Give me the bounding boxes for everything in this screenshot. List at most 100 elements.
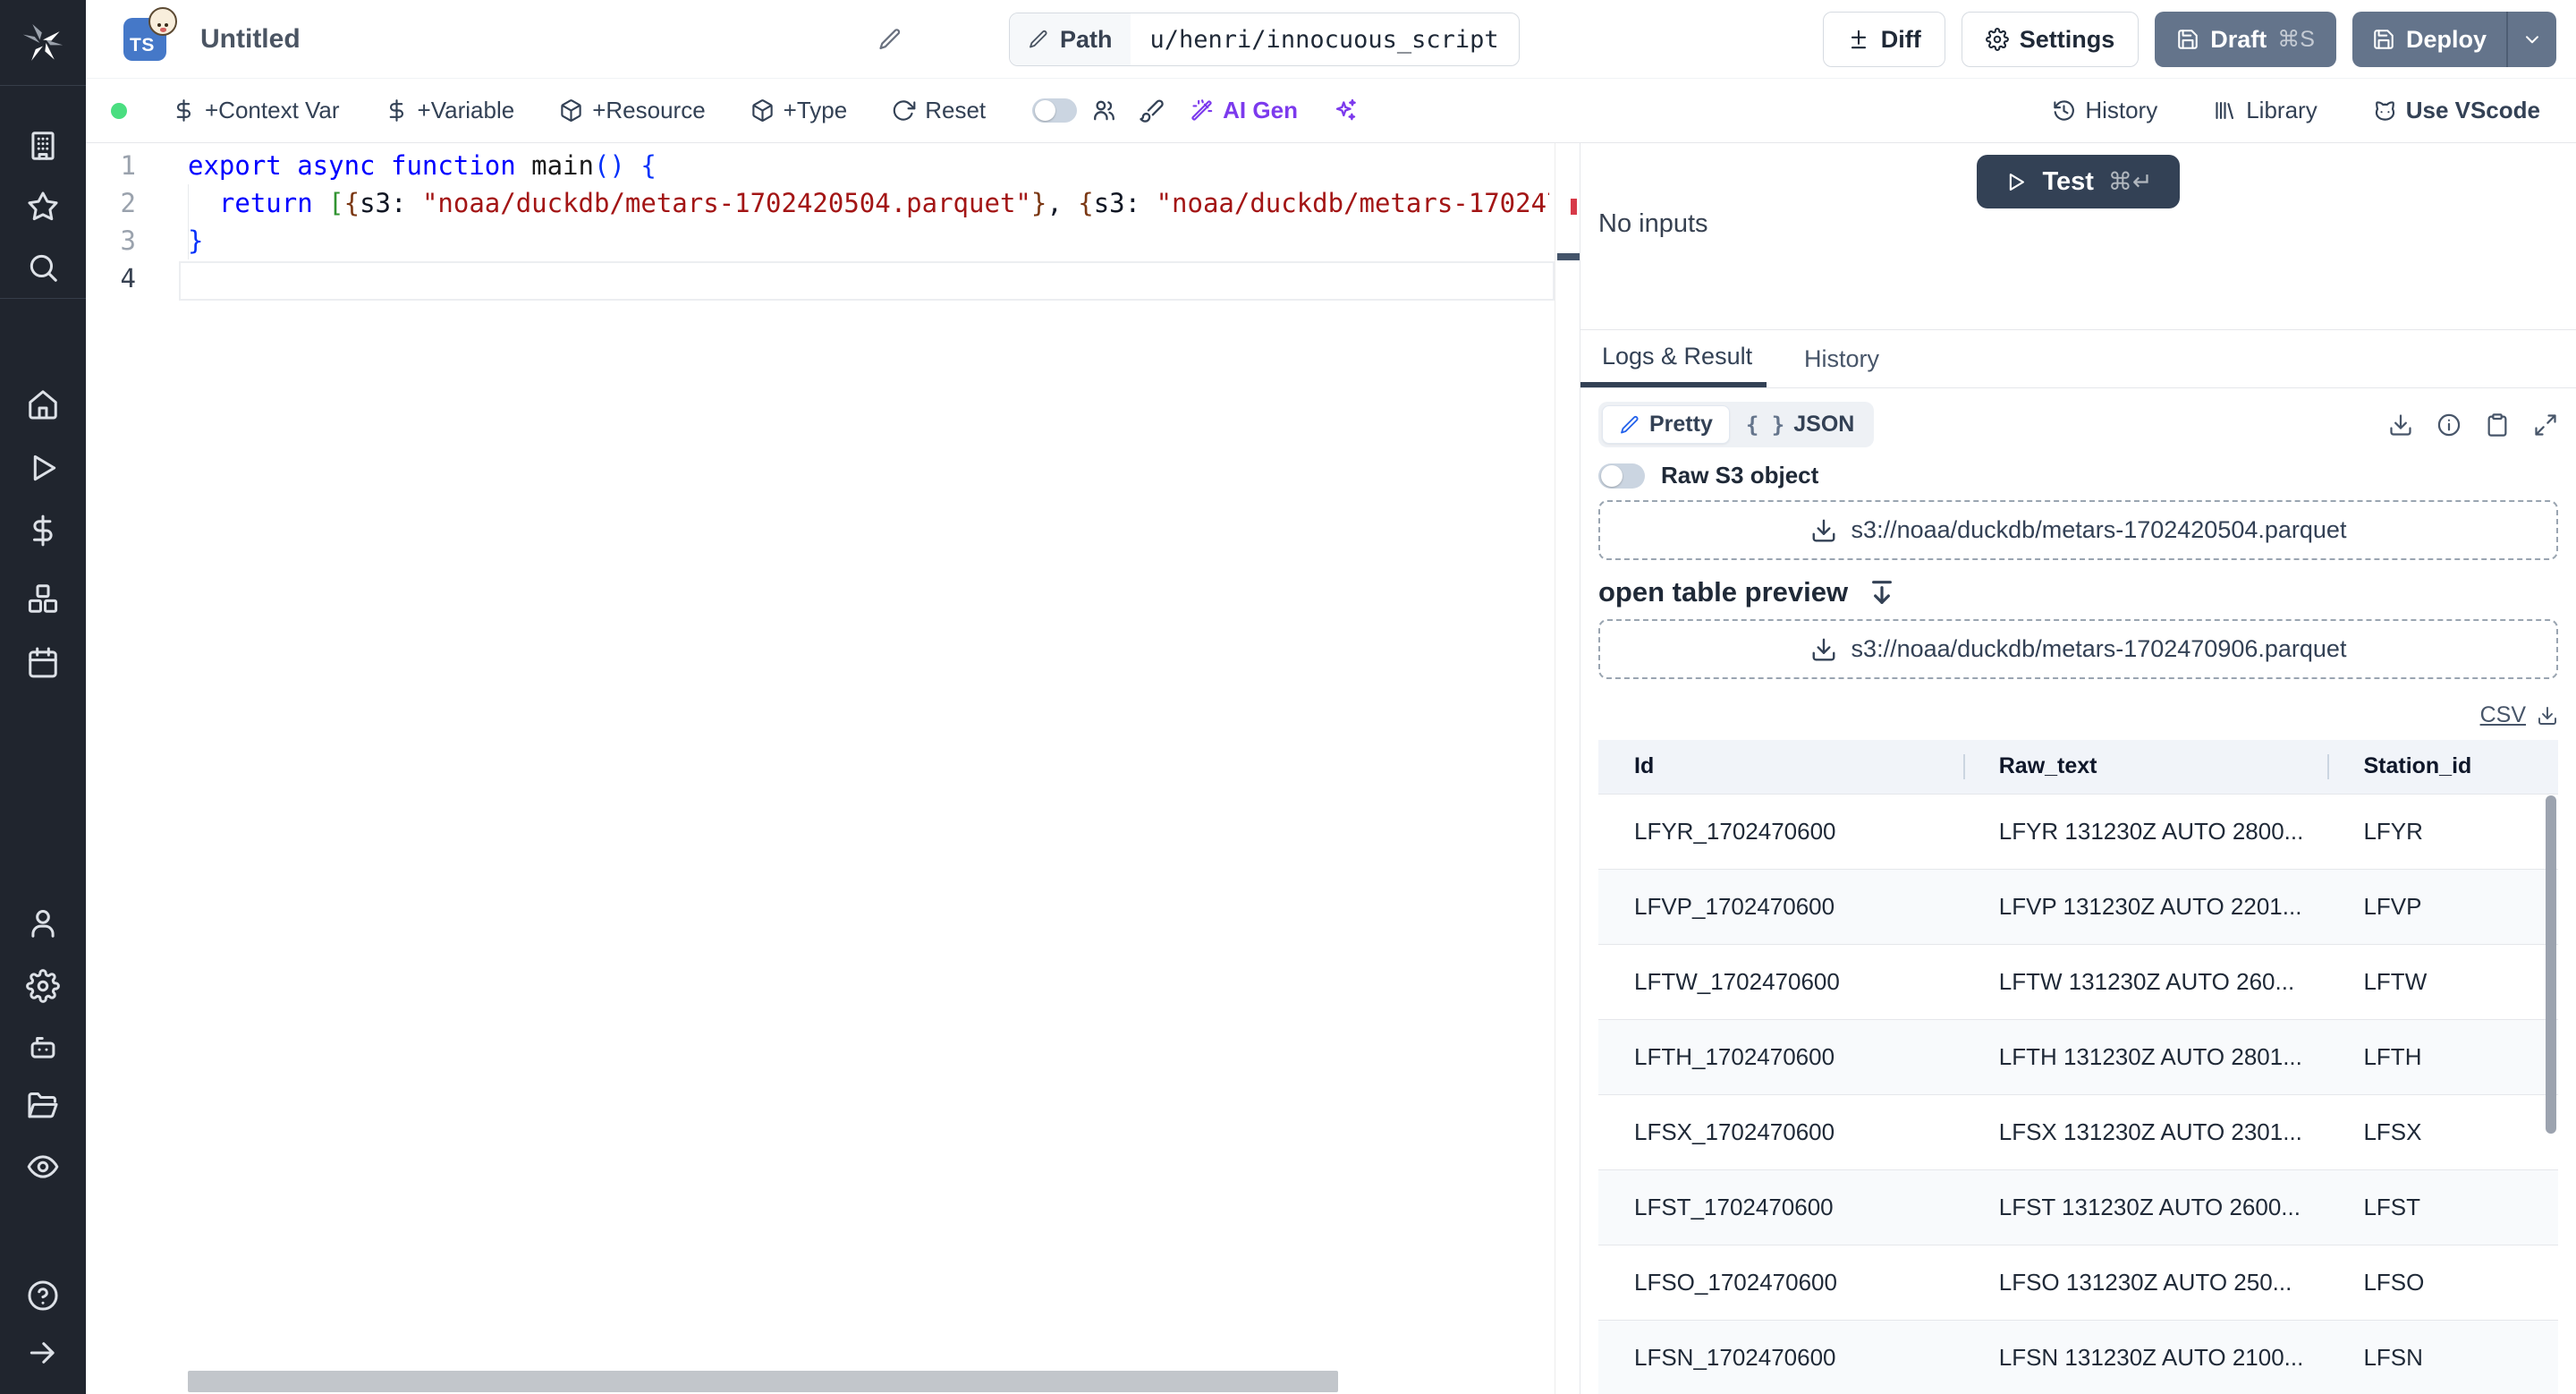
table-row: LFYR_1702470600 LFYR 131230Z AUTO 2800...… (1598, 793, 2558, 869)
ai-gen-button[interactable]: AI Gen (1190, 97, 1298, 124)
expand-arrow-right-icon[interactable] (25, 1335, 61, 1371)
view-pretty-button[interactable]: Pretty (1602, 405, 1730, 444)
result-content: Pretty { } JSON Raw S3 object s3://noaa/… (1580, 388, 2576, 1394)
open-table-preview-button[interactable]: open table preview (1598, 576, 1896, 608)
current-line-highlight (179, 261, 1555, 301)
table-header-row: Id Raw_text Station_id (1598, 740, 2558, 794)
typescript-badge-label: TS (130, 34, 155, 55)
play-icon (2010, 173, 2025, 191)
topbar: TS Untitled Path u/henri/innocuous_scrip… (86, 0, 2576, 79)
expand-icon[interactable] (2533, 412, 2558, 438)
gear-icon (1985, 28, 2009, 51)
braces-icon: { } (1745, 412, 1785, 438)
workspace-building-icon[interactable] (25, 128, 61, 164)
runs-play-icon[interactable] (25, 450, 61, 486)
history-button[interactable]: History (2052, 97, 2157, 124)
s3-download-link-2[interactable]: s3://noaa/duckdb/metars-1702470906.parqu… (1598, 619, 2558, 679)
use-vscode-button[interactable]: Use VScode (2373, 97, 2540, 124)
pen-icon (1621, 415, 1639, 433)
typescript-badge: TS (123, 6, 177, 61)
clipboard-copy-icon[interactable] (2485, 412, 2510, 438)
variables-dollar-icon[interactable] (25, 513, 61, 548)
diff-button[interactable]: Diff (1822, 12, 1945, 67)
editor-toolbar: +Context Var +Variable +Resource +Type R… (86, 79, 2576, 143)
add-context-var-button[interactable]: +Context Var (172, 97, 340, 124)
column-header-raw-text: Raw_text (1962, 740, 2328, 794)
test-section: Test ⌘↵ No inputs (1580, 143, 2576, 329)
right-panel: Test ⌘↵ No inputs Logs & Result History (1580, 143, 2576, 1394)
code-token: main (531, 150, 594, 181)
path-field[interactable]: Path u/henri/innocuous_script (1009, 13, 1520, 66)
tab-history[interactable]: History (1804, 330, 1879, 387)
search-icon[interactable] (25, 250, 61, 285)
app-root: TS Untitled Path u/henri/innocuous_scrip… (0, 0, 2576, 1394)
table-row: LFSX_1702470600 LFSX 131230Z AUTO 2301...… (1598, 1093, 2558, 1169)
add-resource-button[interactable]: +Resource (559, 97, 706, 124)
code-line-2: return [{s3: "noaa/duckdb/metars-1702420… (188, 184, 1549, 222)
download-icon[interactable] (2537, 705, 2558, 727)
sidebar (0, 0, 86, 1394)
table-row: LFSO_1702470600 LFSO 131230Z AUTO 250... L… (1598, 1244, 2558, 1320)
workers-robot-icon[interactable] (25, 1029, 61, 1065)
tab-logs-result[interactable]: Logs & Result (1580, 330, 1767, 387)
dollar-icon (389, 99, 403, 122)
code-token: { (343, 188, 360, 218)
editor-horizontal-scrollbar[interactable] (188, 1371, 1338, 1392)
folders-icon[interactable] (25, 1088, 61, 1124)
result-tabbar: Logs & Result History (1580, 329, 2576, 388)
sparkles-icon[interactable] (1332, 98, 1358, 123)
result-actions (2388, 412, 2558, 438)
audit-eye-icon[interactable] (25, 1149, 61, 1185)
table-row: LFST_1702470600 LFST 131230Z AUTO 2600...… (1598, 1169, 2558, 1245)
path-value[interactable]: u/henri/innocuous_script (1131, 13, 1519, 65)
code-token: { (640, 150, 657, 181)
deploy-more-button[interactable] (2506, 12, 2556, 67)
user-icon[interactable] (25, 905, 61, 941)
info-icon[interactable] (2436, 412, 2462, 438)
code-editor[interactable]: 1 2 3 4 export async function main() { r… (86, 143, 1580, 1394)
test-button[interactable]: Test ⌘↵ (1977, 155, 2180, 208)
add-variable-button[interactable]: +Variable (385, 97, 514, 124)
add-type-button[interactable]: +Type (750, 97, 847, 124)
table-row: LFSN_1702470600 LFSN 131230Z AUTO 2100...… (1598, 1319, 2558, 1394)
draft-button[interactable]: Draft ⌘S (2155, 12, 2336, 67)
windmill-logo[interactable] (0, 0, 86, 86)
raw-s3-toggle[interactable] (1598, 463, 1645, 489)
csv-download-link[interactable]: CSV (2480, 702, 2526, 728)
table-vertical-scrollbar[interactable] (2546, 795, 2556, 1134)
home-icon[interactable] (25, 387, 61, 422)
line-number-active: 4 (120, 263, 136, 293)
path-field-label: Path (1010, 13, 1131, 65)
no-inputs-label: No inputs (1598, 209, 1708, 238)
chevron-down-icon (2526, 36, 2538, 44)
edit-title-pencil-icon[interactable] (877, 27, 902, 52)
format-brush-icon[interactable] (1139, 98, 1165, 123)
help-circle-icon[interactable] (25, 1278, 61, 1313)
code-token: , (1046, 188, 1079, 218)
resources-cubes-icon[interactable] (25, 581, 61, 616)
library-button[interactable]: Library (2213, 97, 2318, 124)
reset-button[interactable]: Reset (892, 97, 986, 124)
favorites-star-icon[interactable] (25, 189, 61, 225)
code-token: "noaa/duckdb/metars-1702420504.parquet" (421, 188, 1031, 218)
view-json-button[interactable]: { } JSON (1730, 406, 1870, 443)
settings-button[interactable]: Settings (1961, 12, 2140, 67)
settings-gear-icon[interactable] (25, 968, 61, 1004)
column-header-station-id: Station_id (2327, 740, 2558, 794)
column-header-id: Id (1598, 740, 1963, 794)
box-icon (751, 99, 773, 122)
s3-download-link-1[interactable]: s3://noaa/duckdb/metars-1702420504.parqu… (1598, 500, 2558, 560)
library-books-icon (2216, 101, 2234, 120)
deploy-button[interactable]: Deploy (2352, 12, 2506, 67)
multiplayer-toggle[interactable] (1032, 98, 1078, 123)
schedules-calendar-icon[interactable] (25, 644, 61, 680)
box-icon (561, 99, 581, 122)
code-line-3: } (188, 222, 1549, 259)
content-row: 1 2 3 4 export async function main() { r… (86, 143, 2576, 1394)
script-title: Untitled (200, 23, 301, 54)
overview-error-marker (1571, 199, 1577, 215)
code-token: { (1078, 188, 1094, 218)
download-icon[interactable] (2388, 412, 2413, 438)
